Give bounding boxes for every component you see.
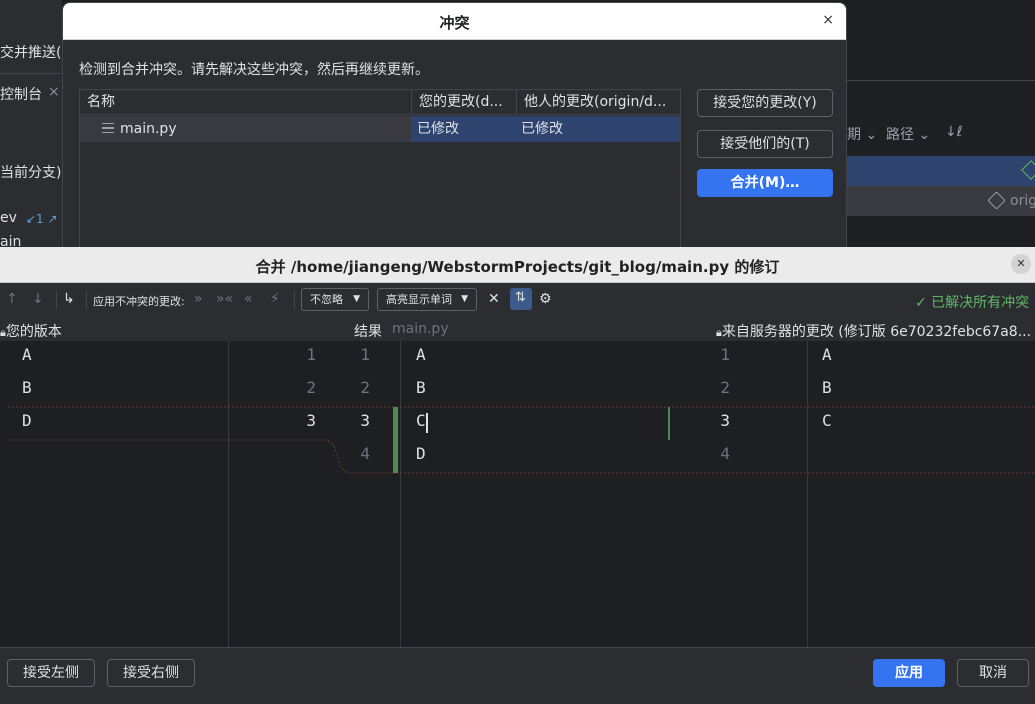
editor-area[interactable]: A B D 1 2 3 1 2 3 4 A B C D 1 2 3 4 A B … xyxy=(0,341,1035,647)
bg-console-tab[interactable]: 控制台 xyxy=(0,84,42,104)
close-icon[interactable]: × xyxy=(822,12,834,28)
ignore-dropdown-label: 不忽略 xyxy=(310,293,343,306)
merge-toolbar: ↑ ↓ ↳ 应用不冲突的更改: » »« « ⚡ 不忽略 ▼ 高亮显示单词 ▼ ✕ … xyxy=(0,283,1035,317)
bg-filter-path[interactable]: 路径 ⌄ xyxy=(886,124,930,144)
table-row[interactable]: main.py 已修改 已修改 xyxy=(80,116,680,142)
apply-right-icon[interactable]: » xyxy=(194,291,203,307)
line-number: 3 xyxy=(360,411,370,430)
merge-footer: 接受左侧 接受右侧 应用 取消 xyxy=(0,647,1035,704)
line-number: 1 xyxy=(720,345,730,364)
ignore-dropdown[interactable]: 不忽略 ▼ xyxy=(301,288,369,311)
conflict-table: 名称 您的更改(d... 他人的更改(origin/d... main.py 已… xyxy=(79,89,681,261)
left-pane-header: 🔒︎您的版本 xyxy=(0,321,62,341)
console-close-icon[interactable]: × xyxy=(48,84,60,100)
bg-selected-commit[interactable] xyxy=(847,156,1035,186)
left-line: D xyxy=(22,411,32,430)
line-number: 1 xyxy=(360,345,370,364)
result-file: main.py xyxy=(392,321,449,337)
merge-window: 合并 /home/jiangeng/WebstormProjects/git_b… xyxy=(0,247,1035,704)
bg-divider xyxy=(847,80,1035,81)
close-icon[interactable]: ✕ xyxy=(1011,254,1031,274)
toolbar-separator xyxy=(294,291,295,309)
left-line: A xyxy=(22,345,32,364)
highlight-dropdown[interactable]: 高亮显示单词 ▼ xyxy=(377,288,477,311)
bg-commit-row[interactable] xyxy=(847,186,1035,216)
pane-headers: 🔒︎您的版本 结果 main.py 🔒︎来自服务器的更改 (修订版 6e7023… xyxy=(0,317,1035,341)
change-marker xyxy=(393,407,398,473)
line-number: 3 xyxy=(306,411,316,430)
sync-scroll-toggle[interactable]: ⇅ xyxy=(510,288,532,310)
bg-push-label[interactable]: 交并推送(P xyxy=(0,42,70,62)
table-header-divider xyxy=(80,114,680,115)
sync-scroll-icon: ⇅ xyxy=(515,290,526,305)
merge-window-title: 合并 /home/jiangeng/WebstormProjects/git_b… xyxy=(255,258,780,276)
merge-window-header: 合并 /home/jiangeng/WebstormProjects/git_b… xyxy=(0,247,1035,283)
column-theirs[interactable]: 他人的更改(origin/d... xyxy=(517,90,680,114)
line-number: 2 xyxy=(306,378,316,397)
change-connectors xyxy=(8,406,1035,474)
conflict-dialog-title: 冲突 xyxy=(439,14,470,32)
bg-origin-tag: origi xyxy=(1010,193,1035,209)
change-marker xyxy=(668,407,670,440)
accept-theirs-button[interactable]: 接受他们的(T) xyxy=(697,130,833,158)
collapse-unchanged-icon[interactable]: ✕ xyxy=(488,291,500,307)
apply-nonconflicting-label: 应用不冲突的更改: xyxy=(93,295,185,308)
text-cursor xyxy=(426,413,428,433)
line-number: 3 xyxy=(720,411,730,430)
right-line: B xyxy=(822,378,832,397)
line-number: 2 xyxy=(720,378,730,397)
yours-status: 已修改 xyxy=(417,121,459,137)
highlight-dropdown-label: 高亮显示单词 xyxy=(386,293,452,306)
right-pane-header: 🔒︎来自服务器的更改 (修订版 6e70232febc67a8... xyxy=(716,321,1035,341)
line-number: 2 xyxy=(360,378,370,397)
accept-right-button[interactable]: 接受右侧 xyxy=(107,659,195,687)
left-pane-title: 您的版本 xyxy=(5,324,62,340)
accept-yours-button[interactable]: 接受您的更改(Y) xyxy=(697,89,833,117)
result-line[interactable]: A xyxy=(416,345,426,364)
bg-current-branch: 当前分支) xyxy=(0,165,62,181)
result-line[interactable]: C xyxy=(416,411,426,430)
result-line[interactable]: B xyxy=(416,378,426,397)
chevron-down-icon: ▼ xyxy=(353,294,360,304)
toolbar-separator xyxy=(56,291,57,309)
left-line: B xyxy=(22,378,32,397)
line-number: 4 xyxy=(360,444,370,463)
right-line: A xyxy=(822,345,832,364)
apply-left-icon[interactable]: « xyxy=(244,291,253,307)
file-icon xyxy=(102,123,114,133)
result-line[interactable]: D xyxy=(416,444,426,463)
apply-button[interactable]: 应用 xyxy=(873,659,945,687)
conflict-message: 检测到合并冲突。请先解决这些冲突，然后再继续更新。 xyxy=(79,62,429,78)
merge-button[interactable]: 合并(M)… xyxy=(697,169,833,197)
line-number: 1 xyxy=(306,345,316,364)
arrow-down-icon[interactable]: ↓ xyxy=(32,291,44,307)
magic-resolve-icon[interactable]: ⚡ xyxy=(270,291,280,307)
collapse-icon[interactable]: ↳ xyxy=(63,291,75,307)
bg-sort-icon[interactable]: ↓ℓ xyxy=(945,124,963,140)
right-line: C xyxy=(822,411,832,430)
bg-filter-period[interactable]: 期 ⌄ xyxy=(847,124,877,144)
theirs-status: 已修改 xyxy=(521,121,563,137)
result-header: 结果 xyxy=(354,324,382,340)
accept-left-button[interactable]: 接受左侧 xyxy=(7,659,95,687)
bg-counter: ↙1 ↗ xyxy=(26,212,58,226)
chevron-down-icon: ▼ xyxy=(461,294,468,304)
toolbar-separator xyxy=(86,291,87,309)
apply-all-icon[interactable]: »« xyxy=(216,291,233,307)
column-name[interactable]: 名称 xyxy=(80,90,412,114)
arrow-up-icon[interactable]: ↑ xyxy=(6,291,18,307)
file-name: main.py xyxy=(120,121,177,137)
column-yours[interactable]: 您的更改(d... xyxy=(412,90,517,114)
conflict-dialog: 冲突 × 检测到合并冲突。请先解决这些冲突，然后再继续更新。 名称 您的更改(d… xyxy=(62,2,847,262)
bg-branch-dev[interactable]: ev xyxy=(0,210,17,226)
conflict-dialog-header: 冲突 × xyxy=(63,3,846,40)
gear-icon[interactable]: ⚙ xyxy=(539,291,552,307)
resolved-status: ✓ 已解决所有冲突 xyxy=(915,295,1030,311)
line-number: 4 xyxy=(720,444,730,463)
cancel-button[interactable]: 取消 xyxy=(957,659,1029,687)
right-pane-title: 来自服务器的更改 (修订版 6e70232febc67a8... xyxy=(721,324,1032,340)
